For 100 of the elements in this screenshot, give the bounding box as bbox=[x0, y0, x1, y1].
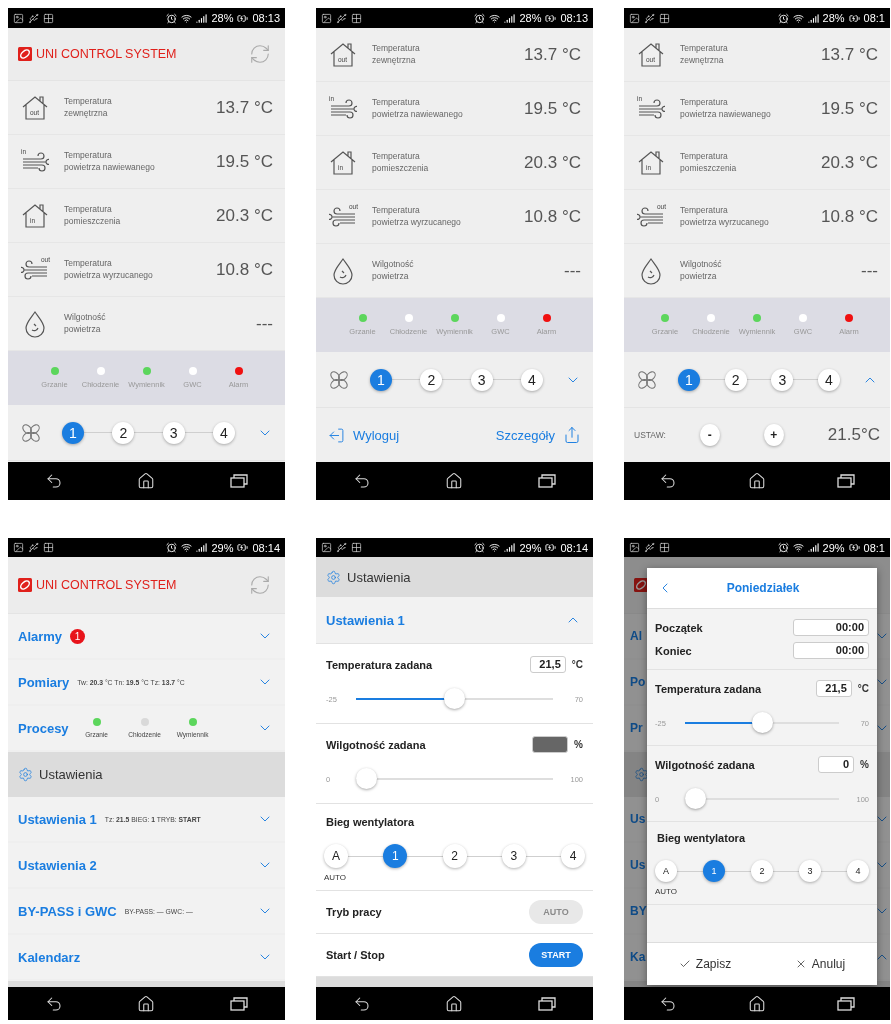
reading-label: Temperatura zewnętrzna bbox=[372, 43, 420, 66]
wind-icon bbox=[21, 257, 49, 282]
fan-speed-step[interactable]: 3 bbox=[771, 368, 794, 391]
home-icon[interactable] bbox=[445, 994, 464, 1013]
time-field[interactable]: 00:00 bbox=[793, 619, 869, 636]
fan-speed-step[interactable]: 2 bbox=[442, 844, 467, 868]
home-icon[interactable] bbox=[137, 994, 156, 1013]
reading-value: 13.7 °C bbox=[821, 44, 878, 65]
section-title: BY-PASS i GWC bbox=[18, 903, 117, 919]
humidity-field[interactable]: 0 bbox=[818, 756, 855, 773]
logo-icon bbox=[18, 578, 32, 592]
fan-speed-step[interactable]: 2 bbox=[420, 368, 443, 391]
recent-apps-icon[interactable] bbox=[229, 474, 248, 488]
battery-icon bbox=[848, 12, 860, 24]
wind-icon bbox=[637, 96, 665, 121]
fan-speed-step[interactable]: 1 bbox=[678, 368, 700, 391]
fan-speed-step[interactable]: 4 bbox=[818, 368, 840, 391]
fan-speed-step[interactable]: 1 bbox=[62, 421, 84, 444]
reading-value: 19.5 °C bbox=[821, 98, 878, 119]
fan-speed-step[interactable]: 1 bbox=[370, 368, 392, 391]
section-title: Pr bbox=[630, 721, 643, 735]
home-icon[interactable] bbox=[748, 472, 766, 490]
wifi-icon bbox=[792, 12, 804, 24]
grid-icon bbox=[659, 542, 670, 553]
fan-speed-step[interactable]: 4 bbox=[561, 844, 585, 868]
fan-speed-step[interactable]: 1 bbox=[703, 860, 725, 882]
start-button[interactable]: START bbox=[529, 943, 583, 967]
time-field[interactable]: 00:00 bbox=[793, 642, 869, 659]
slider-thumb[interactable] bbox=[751, 712, 773, 733]
unit-label: °C bbox=[857, 683, 869, 694]
back-icon[interactable] bbox=[659, 472, 678, 490]
save-button[interactable]: Zapisz bbox=[674, 953, 736, 975]
fan-speed-step[interactable]: 3 bbox=[162, 421, 185, 444]
recent-apps-icon[interactable] bbox=[229, 996, 248, 1011]
check-icon bbox=[678, 958, 691, 970]
fan-speed-step[interactable]: 4 bbox=[847, 860, 869, 882]
reading-value: 10.8 °C bbox=[524, 206, 581, 227]
alarm-clock-icon bbox=[166, 542, 178, 553]
wifi-icon bbox=[792, 542, 804, 553]
reading-label: Temperatura zewnętrzna bbox=[64, 96, 112, 119]
section-title: Ustawienia 2 bbox=[18, 857, 97, 873]
fan-speed-step[interactable]: 4 bbox=[213, 421, 235, 444]
signal-icon bbox=[807, 12, 819, 24]
fan-speed-step[interactable]: 4 bbox=[521, 368, 543, 391]
home-icon[interactable] bbox=[445, 472, 464, 490]
logout-link[interactable]: Wyloguj bbox=[353, 427, 400, 443]
back-icon[interactable] bbox=[353, 994, 372, 1013]
slider-thumb[interactable] bbox=[685, 788, 706, 809]
recent-apps-icon[interactable] bbox=[537, 996, 556, 1011]
wind-icon bbox=[329, 204, 357, 229]
battery-icon bbox=[237, 542, 249, 553]
reading-label: Temperatura pomieszczenia bbox=[64, 204, 121, 227]
humidity-drop-icon bbox=[639, 256, 663, 285]
cancel-button[interactable]: Anuluj bbox=[790, 953, 850, 975]
slider-thumb[interactable] bbox=[444, 688, 465, 709]
wind-icon bbox=[21, 149, 49, 174]
step-caption: AUTO bbox=[324, 873, 347, 882]
logout-icon[interactable] bbox=[328, 426, 345, 444]
clock-time: 08:14 bbox=[252, 541, 280, 554]
fan-speed-step[interactable]: 1 bbox=[383, 844, 408, 868]
recent-apps-icon[interactable] bbox=[537, 474, 556, 488]
clock-time: 08:1 bbox=[863, 12, 885, 24]
reading-value: 13.7 °C bbox=[524, 44, 581, 65]
fan-speed-step[interactable]: 3 bbox=[470, 368, 493, 391]
decrease-button[interactable]: - bbox=[699, 424, 720, 446]
fan-speed-step[interactable]: 3 bbox=[799, 860, 821, 882]
fan-speed-step[interactable]: A bbox=[324, 844, 348, 868]
setpoint-value: 21.5°C bbox=[827, 425, 880, 445]
fan-speed-step[interactable]: 2 bbox=[751, 860, 773, 882]
settings-icon bbox=[634, 767, 649, 782]
fan-speed-step[interactable]: A bbox=[655, 860, 677, 882]
recent-apps-icon[interactable] bbox=[836, 474, 855, 488]
back-icon[interactable] bbox=[353, 472, 372, 490]
share-icon[interactable] bbox=[563, 426, 581, 444]
signal-icon bbox=[504, 12, 516, 24]
temperature-field[interactable]: 21,5 bbox=[815, 680, 852, 697]
fan-speed-step[interactable]: 2 bbox=[724, 368, 747, 391]
increase-button[interactable]: + bbox=[763, 424, 784, 446]
grid-icon bbox=[351, 542, 362, 553]
details-link[interactable]: Szczegóły bbox=[495, 427, 555, 443]
setting-label: Koniec bbox=[655, 644, 693, 657]
reading-value: 20.3 °C bbox=[216, 205, 273, 226]
reading-label: Wilgotność powietrza bbox=[64, 312, 106, 335]
signal-icon bbox=[504, 542, 516, 553]
step-caption: AUTO bbox=[655, 887, 678, 896]
temperature-field[interactable]: 21,5 bbox=[529, 656, 566, 673]
home-icon[interactable] bbox=[137, 472, 156, 490]
fan-speed-step[interactable]: 3 bbox=[501, 844, 526, 868]
recent-apps-icon[interactable] bbox=[836, 996, 855, 1011]
back-icon[interactable] bbox=[45, 994, 64, 1013]
reading-label: Temperatura powietrza nawiewanego bbox=[372, 97, 463, 120]
home-icon[interactable] bbox=[748, 994, 766, 1013]
back-icon[interactable] bbox=[659, 994, 678, 1013]
image-icon bbox=[321, 12, 332, 24]
grid-icon bbox=[351, 12, 362, 24]
setting-label: Bieg wentylatora bbox=[325, 816, 416, 828]
back-icon[interactable] bbox=[45, 472, 64, 490]
fan-speed-step[interactable]: 2 bbox=[112, 421, 135, 444]
reading-value: 10.8 °C bbox=[821, 206, 878, 227]
image-icon bbox=[13, 542, 24, 553]
